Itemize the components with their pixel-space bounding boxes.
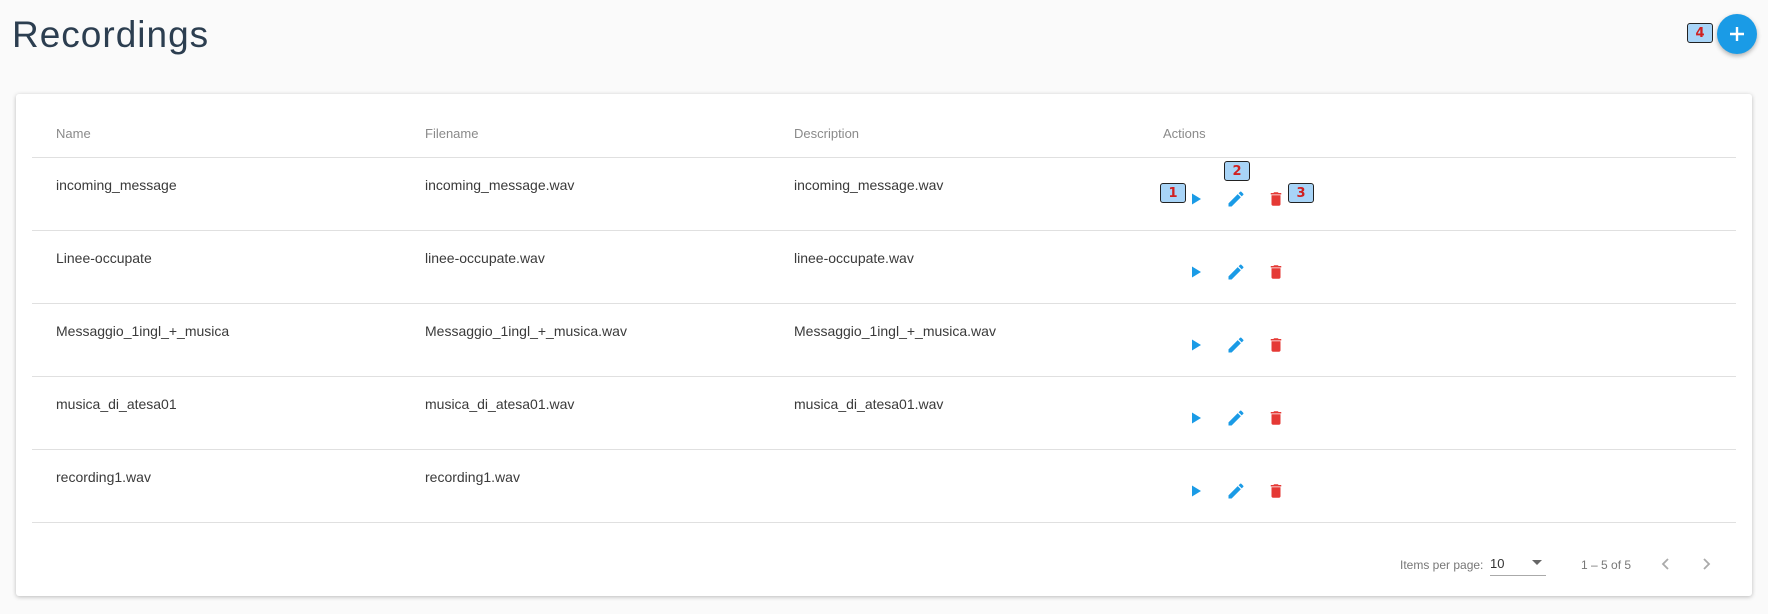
cell-description: linee-occupate.wav	[794, 250, 914, 266]
pencil-icon	[1228, 337, 1244, 353]
header-description[interactable]: Description	[794, 126, 859, 141]
play-button[interactable]	[1182, 185, 1210, 213]
table-header: Name Filename Description Actions	[32, 94, 1736, 158]
marker-label: 3	[1288, 183, 1314, 203]
page-title: Recordings	[12, 14, 210, 55]
trash-icon	[1270, 484, 1282, 498]
recordings-card: Name Filename Description Actions incomi…	[16, 94, 1752, 596]
cell-filename: Messaggio_1ingl_+_musica.wav	[425, 323, 627, 339]
pencil-icon	[1228, 410, 1244, 426]
plus-icon	[1730, 27, 1744, 41]
items-per-page-value: 10	[1490, 556, 1505, 571]
range-label: 1 – 5 of 5	[1581, 558, 1632, 572]
row-actions	[1182, 185, 1302, 213]
delete-button[interactable]	[1262, 185, 1290, 213]
edit-button[interactable]	[1222, 477, 1250, 505]
header-filename[interactable]: Filename	[425, 126, 478, 141]
chevron-right-icon	[1703, 558, 1711, 570]
cell-name: Messaggio_1ingl_+_musica	[56, 323, 230, 339]
cell-filename: musica_di_atesa01.wav	[425, 396, 575, 412]
trash-icon	[1270, 192, 1282, 206]
play-button[interactable]	[1182, 404, 1210, 432]
cell-description: musica_di_atesa01.wav	[794, 396, 944, 412]
recordings-table: Name Filename Description Actions incomi…	[32, 94, 1736, 576]
row-actions	[1182, 477, 1302, 505]
pencil-icon	[1228, 191, 1244, 207]
header-name[interactable]: Name	[56, 126, 91, 141]
cell-name: recording1.wav	[56, 469, 151, 485]
trash-icon	[1270, 265, 1282, 279]
table-row: Linee-occupate linee-occupate.wav linee-…	[32, 231, 1736, 304]
edit-button[interactable]	[1222, 331, 1250, 359]
delete-button[interactable]	[1262, 477, 1290, 505]
row-actions	[1182, 404, 1302, 432]
pencil-icon	[1228, 264, 1244, 280]
cell-filename: recording1.wav	[425, 469, 520, 485]
paginator: Items per page: 10 1 – 5 of 5	[32, 544, 1736, 584]
edit-button[interactable]	[1222, 185, 1250, 213]
pencil-icon	[1228, 483, 1244, 499]
edit-button[interactable]	[1222, 258, 1250, 286]
delete-button[interactable]	[1262, 258, 1290, 286]
play-button[interactable]	[1182, 331, 1210, 359]
table-row: recording1.wav recording1.wav	[32, 450, 1736, 523]
cell-name: musica_di_atesa01	[56, 396, 177, 412]
play-icon	[1192, 193, 1201, 205]
table-row: incoming_message incoming_message.wav in…	[32, 158, 1736, 231]
play-button[interactable]	[1182, 477, 1210, 505]
row-actions	[1182, 331, 1302, 359]
trash-icon	[1270, 338, 1282, 352]
row-actions	[1182, 258, 1302, 286]
previous-page-button[interactable]	[1652, 550, 1680, 578]
add-recording-button[interactable]	[1717, 14, 1757, 54]
cell-filename: incoming_message.wav	[425, 177, 575, 193]
cell-filename: linee-occupate.wav	[425, 250, 545, 266]
cell-description: incoming_message.wav	[794, 177, 944, 193]
chevron-left-icon	[1661, 558, 1669, 570]
play-icon	[1192, 485, 1201, 497]
delete-button[interactable]	[1262, 404, 1290, 432]
cell-name: incoming_message	[56, 177, 177, 193]
trash-icon	[1270, 411, 1282, 425]
delete-button[interactable]	[1262, 331, 1290, 359]
edit-button[interactable]	[1222, 404, 1250, 432]
dropdown-arrow-icon	[1532, 560, 1542, 565]
cell-description: Messaggio_1ingl_+_musica.wav	[794, 323, 996, 339]
items-per-page-label: Items per page:	[1400, 558, 1484, 572]
next-page-button[interactable]	[1692, 550, 1720, 578]
marker-label: 1	[1160, 183, 1186, 203]
cell-name: Linee-occupate	[56, 250, 152, 266]
marker-label: 4	[1687, 23, 1713, 43]
table-row: musica_di_atesa01 musica_di_atesa01.wav …	[32, 377, 1736, 450]
table-row: Messaggio_1ingl_+_musica Messaggio_1ingl…	[32, 304, 1736, 377]
play-icon	[1192, 412, 1201, 424]
marker-label: 2	[1224, 161, 1250, 181]
play-icon	[1192, 339, 1201, 351]
header-actions: Actions	[1163, 126, 1206, 141]
play-icon	[1192, 266, 1201, 278]
items-per-page-select[interactable]: 10	[1490, 552, 1546, 576]
play-button[interactable]	[1182, 258, 1210, 286]
